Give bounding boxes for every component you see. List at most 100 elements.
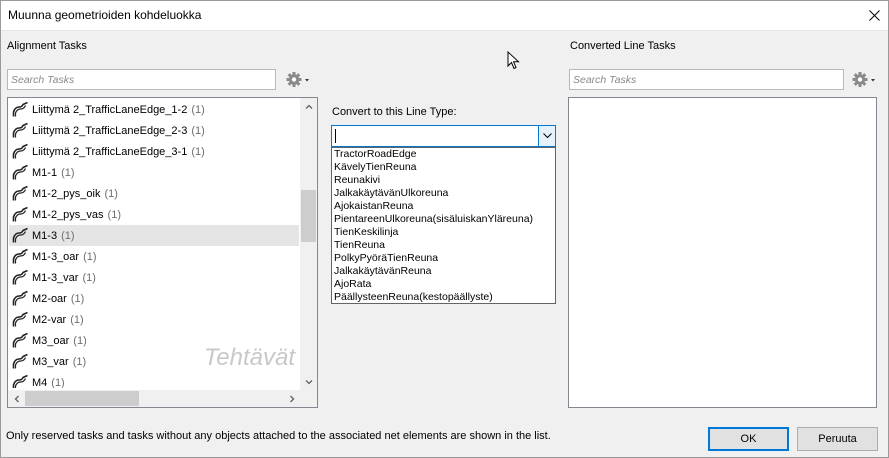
scroll-right-button[interactable]	[283, 390, 300, 407]
task-name: M1-3_var	[32, 271, 79, 284]
task-row[interactable]: Liittymä 2_TrafficLaneEdge_3-1 (1)	[9, 141, 299, 162]
task-row[interactable]: M1-2_pys_oik (1)	[9, 183, 299, 204]
line-string-icon	[12, 248, 28, 264]
task-row[interactable]: M1-1 (1)	[9, 162, 299, 183]
converted-tasks-panel[interactable]	[568, 97, 877, 408]
task-count: (1)	[191, 124, 205, 137]
task-row[interactable]: M4 (1)	[9, 372, 299, 388]
horizontal-scrollbar[interactable]	[8, 390, 300, 407]
line-type-option[interactable]: KävelyTienReuna	[332, 161, 555, 174]
line-string-icon	[12, 206, 28, 222]
task-count: (1)	[191, 145, 205, 158]
scroll-down-button[interactable]	[300, 373, 317, 390]
line-string-icon	[12, 227, 28, 243]
close-button[interactable]	[859, 0, 889, 31]
chevron-up-icon	[305, 104, 312, 109]
task-name: Liittymä 2_TrafficLaneEdge_2-3	[32, 124, 188, 137]
cancel-button[interactable]: Peruuta	[797, 427, 878, 451]
text-caret	[335, 129, 336, 143]
task-row[interactable]: Liittymä 2_TrafficLaneEdge_1-2 (1)	[9, 99, 299, 120]
line-string-icon	[12, 353, 28, 369]
task-count: (1)	[61, 229, 75, 242]
scroll-left-button[interactable]	[8, 390, 25, 407]
task-count: (1)	[51, 376, 65, 389]
line-string-icon	[12, 290, 28, 306]
converted-tasks-label: Converted Line Tasks	[570, 40, 676, 52]
task-count: (1)	[73, 334, 87, 347]
task-name: M1-2_pys_oik	[32, 187, 101, 200]
chevron-right-icon	[289, 395, 294, 402]
line-type-option[interactable]: AjokaistanReuna	[332, 200, 555, 213]
mouse-cursor-icon	[507, 51, 520, 70]
line-type-option[interactable]: TienReuna	[332, 239, 555, 252]
line-string-icon	[12, 332, 28, 348]
ok-button[interactable]: OK	[708, 427, 789, 451]
line-type-option[interactable]: Reunakivi	[332, 174, 555, 187]
line-string-icon	[12, 185, 28, 201]
task-count: (1)	[72, 355, 87, 368]
task-count: (1)	[61, 166, 75, 179]
task-row[interactable]: M1-3_oar (1)	[9, 246, 299, 267]
task-count: (1)	[83, 250, 97, 263]
window-title: Muunna geometrioiden kohdeluokka	[8, 8, 202, 22]
chevron-down-icon	[542, 133, 552, 139]
task-row[interactable]: Liittymä 2_TrafficLaneEdge_2-3 (1)	[9, 120, 299, 141]
scroll-corner	[300, 390, 317, 407]
chevron-down-icon	[305, 379, 312, 384]
vertical-scrollbar[interactable]	[300, 98, 317, 390]
line-type-option[interactable]: TractorRoadEdge	[332, 148, 555, 161]
line-string-icon	[12, 164, 28, 180]
task-name: M1-3_oar	[32, 250, 80, 263]
task-row[interactable]: M1-3 (1)	[9, 225, 299, 246]
task-count: (1)	[70, 292, 85, 305]
task-count: (1)	[82, 271, 96, 284]
scroll-up-button[interactable]	[300, 98, 317, 115]
tasks-watermark: Tehtävät	[203, 344, 295, 371]
task-name: M3_oar	[32, 334, 70, 347]
line-string-icon	[12, 122, 28, 138]
line-string-icon	[12, 143, 28, 159]
task-row[interactable]: M1-2_pys_vas (1)	[9, 204, 299, 225]
line-type-option[interactable]: AjoRata	[332, 278, 555, 291]
task-name: M2-oar	[32, 292, 67, 305]
task-name: M1-3	[32, 229, 58, 242]
task-name: M3_var	[32, 355, 69, 368]
vertical-scroll-thumb[interactable]	[301, 190, 316, 242]
converted-search-input[interactable]: Search Tasks	[569, 69, 844, 90]
alignment-tasks-label: Alignment Tasks	[7, 40, 87, 52]
alignment-search-input[interactable]: Search Tasks	[7, 69, 276, 90]
line-type-option[interactable]: JalkakäytävänReuna	[332, 265, 555, 278]
converted-options-button[interactable]	[850, 69, 878, 90]
line-string-icon	[12, 269, 28, 285]
line-type-dropdown-list: TractorRoadEdge KävelyTienReuna Reunakivi J…	[331, 147, 556, 304]
line-type-option[interactable]: TienKeskilinja	[332, 226, 555, 239]
gear-icon	[286, 72, 309, 87]
info-text: Only reserved tasks and tasks without an…	[6, 430, 551, 442]
title-bar: Muunna geometrioiden kohdeluokka	[0, 0, 889, 31]
task-row[interactable]: M2-var (1)	[9, 309, 299, 330]
line-type-option[interactable]: PientareenUlkoreuna(sisäluiskanYläreuna)	[332, 213, 555, 226]
line-type-option[interactable]: PolkyPyöräTienReuna	[332, 252, 555, 265]
line-type-combobox[interactable]	[331, 125, 556, 147]
task-count: (1)	[70, 313, 84, 326]
task-name: M4	[32, 376, 48, 389]
line-type-dropdown-button[interactable]	[538, 126, 555, 146]
line-string-icon	[12, 101, 28, 117]
task-name: M2-var	[32, 313, 67, 326]
chevron-left-icon	[14, 395, 19, 402]
task-count: (1)	[107, 208, 121, 221]
line-type-option[interactable]: PäällysteenReuna(kestopäällyste)	[332, 291, 555, 304]
task-name: Liittymä 2_TrafficLaneEdge_1-2	[32, 103, 188, 116]
task-row[interactable]: M2-oar (1)	[9, 288, 299, 309]
task-name: M1-1	[32, 166, 58, 179]
alignment-options-button[interactable]	[284, 69, 312, 90]
line-string-icon	[12, 374, 28, 388]
line-type-label: Convert to this Line Type:	[332, 106, 457, 118]
task-count: (1)	[191, 103, 205, 116]
line-type-option[interactable]: JalkakäytävänUlkoreuna	[332, 187, 555, 200]
task-row[interactable]: M1-3_var (1)	[9, 267, 299, 288]
gear-icon	[852, 72, 875, 87]
task-name: M1-2_pys_vas	[32, 208, 104, 221]
horizontal-scroll-thumb[interactable]	[25, 391, 139, 406]
line-string-icon	[12, 311, 28, 327]
